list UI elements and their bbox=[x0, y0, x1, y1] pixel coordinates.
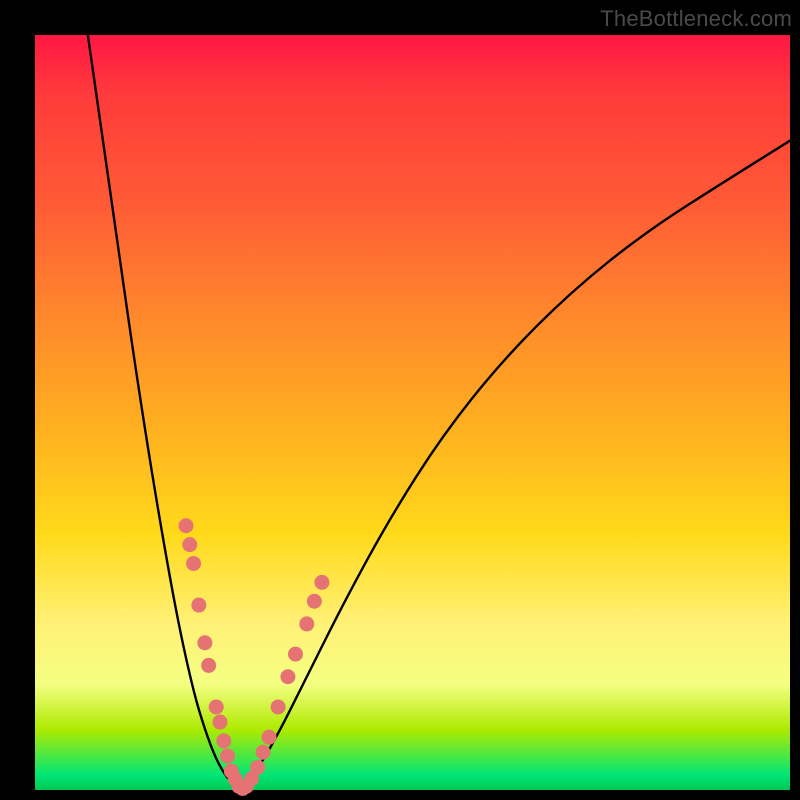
data-marker bbox=[179, 518, 194, 533]
data-marker bbox=[216, 733, 231, 748]
data-marker bbox=[280, 669, 295, 684]
data-marker bbox=[307, 594, 322, 609]
plot-svg bbox=[35, 35, 790, 790]
data-marker bbox=[256, 745, 271, 760]
curve-right bbox=[239, 141, 790, 790]
data-marker bbox=[182, 537, 197, 552]
data-marker bbox=[250, 760, 265, 775]
data-marker bbox=[201, 658, 216, 673]
data-marker bbox=[197, 635, 212, 650]
marker-group bbox=[179, 518, 330, 796]
data-marker bbox=[220, 749, 235, 764]
data-marker bbox=[288, 647, 303, 662]
watermark-text: TheBottleneck.com bbox=[600, 6, 792, 32]
data-marker bbox=[186, 556, 201, 571]
curve-left bbox=[88, 35, 239, 790]
data-marker bbox=[299, 616, 314, 631]
data-marker bbox=[191, 598, 206, 613]
outer-frame: TheBottleneck.com bbox=[0, 0, 800, 800]
data-marker bbox=[212, 715, 227, 730]
data-marker bbox=[271, 699, 286, 714]
data-marker bbox=[209, 699, 224, 714]
data-marker bbox=[262, 730, 277, 745]
curve-group bbox=[88, 35, 790, 790]
data-marker bbox=[314, 575, 329, 590]
